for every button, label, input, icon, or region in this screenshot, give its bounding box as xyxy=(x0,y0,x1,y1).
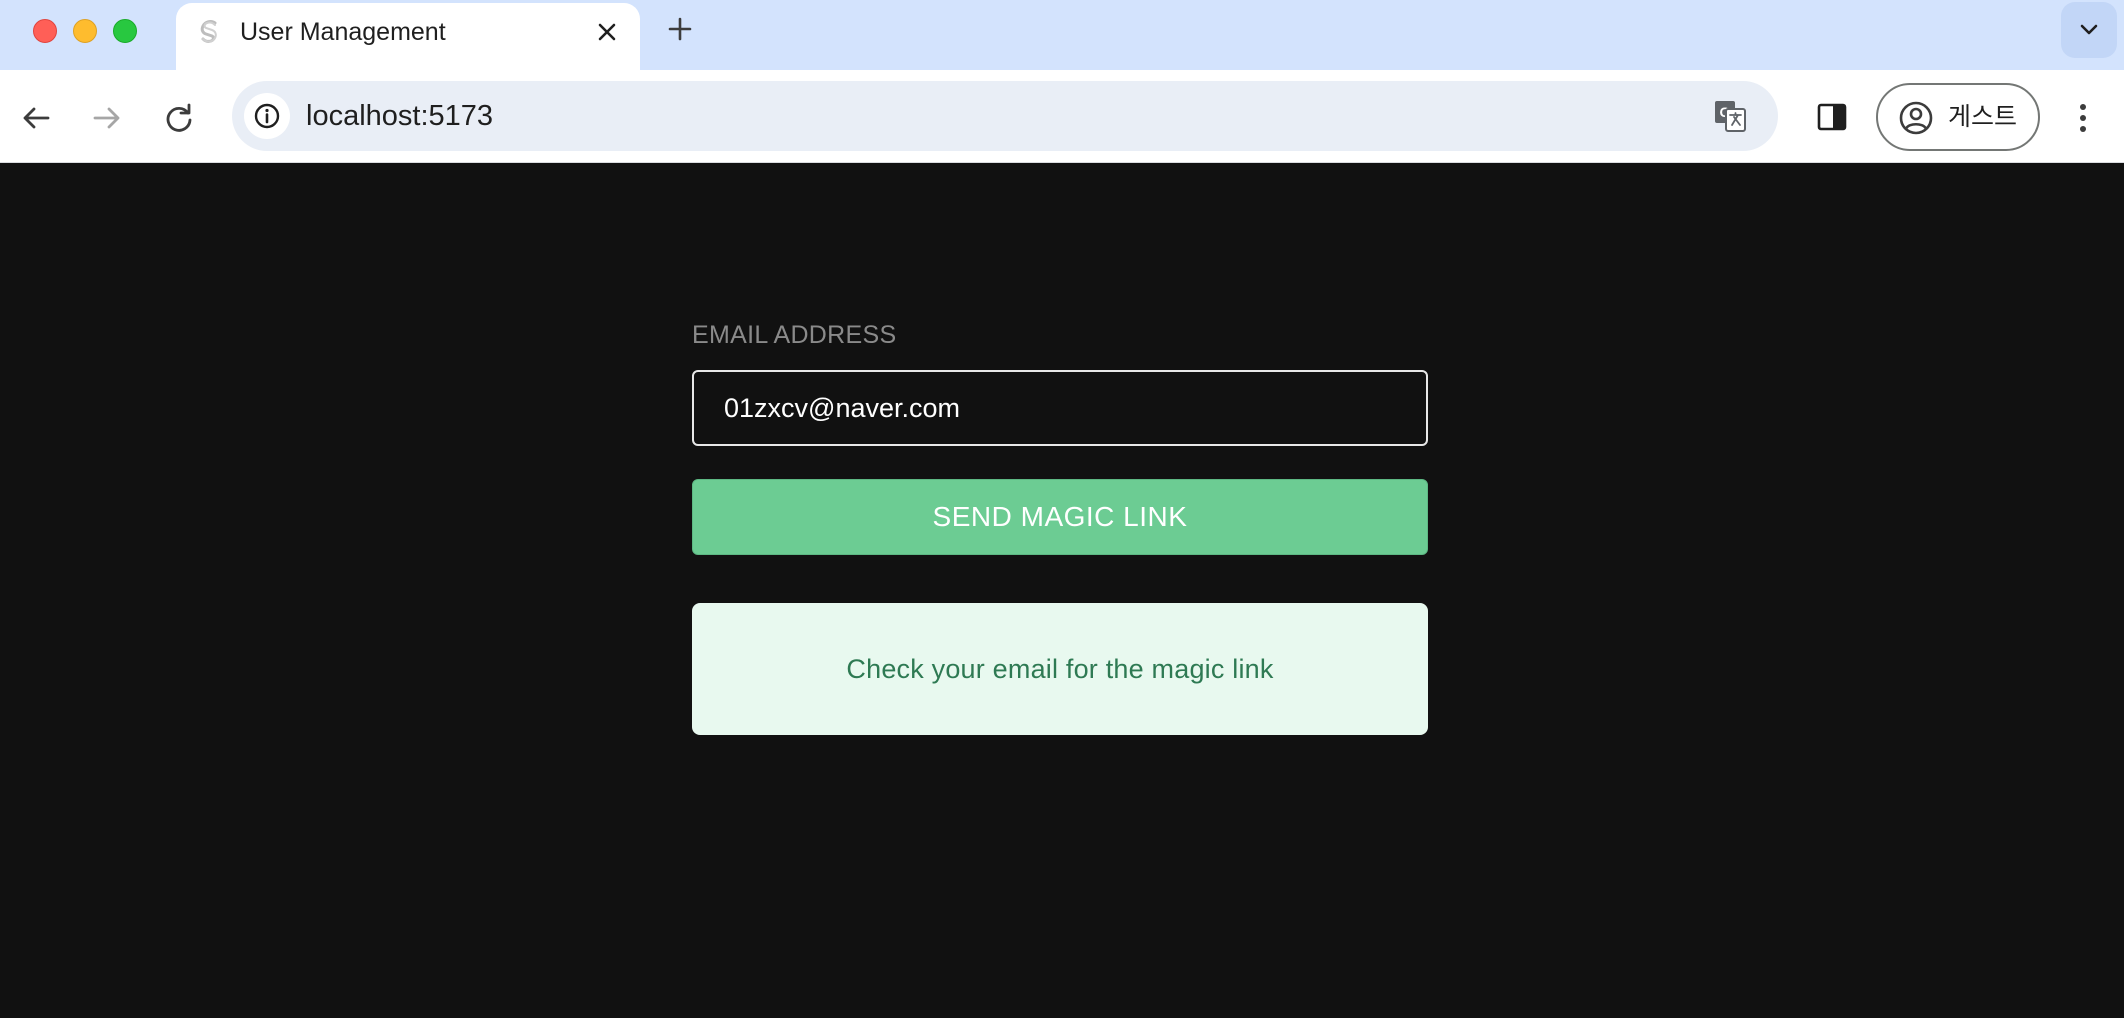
address-bar[interactable]: localhost:5173 G xyxy=(232,81,1778,151)
email-input[interactable] xyxy=(692,370,1428,446)
tab-title: User Management xyxy=(240,18,446,46)
account-circle-icon xyxy=(1899,101,1933,135)
browser-toolbar: localhost:5173 G 게스트 xyxy=(0,70,2124,163)
kebab-menu-icon[interactable] xyxy=(2068,100,2098,136)
window-maximize-button[interactable] xyxy=(113,19,137,43)
success-message: Check your email for the magic link xyxy=(692,603,1428,735)
window-minimize-button[interactable] xyxy=(73,19,97,43)
tab-strip: User Management xyxy=(0,0,2124,70)
translate-icon[interactable]: G xyxy=(1712,98,1748,134)
magic-link-form: EMAIL ADDRESS SEND MAGIC LINK Check your… xyxy=(692,320,1428,735)
info-icon xyxy=(254,103,280,129)
send-magic-link-button[interactable]: SEND MAGIC LINK xyxy=(692,479,1428,555)
side-panel-icon[interactable] xyxy=(1815,100,1849,134)
site-info-button[interactable] xyxy=(244,93,290,139)
url-text: localhost:5173 xyxy=(306,100,494,132)
browser-tab[interactable]: User Management xyxy=(176,3,640,70)
plus-icon[interactable] xyxy=(665,14,695,44)
profile-button[interactable]: 게스트 xyxy=(1876,83,2040,151)
email-label: EMAIL ADDRESS xyxy=(692,321,897,349)
arrow-left-icon[interactable] xyxy=(18,100,54,136)
reload-icon[interactable] xyxy=(161,100,197,136)
arrow-right-icon[interactable] xyxy=(89,100,125,136)
svelte-logo-icon xyxy=(200,20,217,43)
success-message-text: Check your email for the magic link xyxy=(846,653,1274,684)
tab-search-button[interactable] xyxy=(2061,2,2117,58)
profile-label: 게스트 xyxy=(1948,103,2018,131)
window-close-button[interactable] xyxy=(33,19,57,43)
close-icon[interactable] xyxy=(592,17,622,47)
page-content: EMAIL ADDRESS SEND MAGIC LINK Check your… xyxy=(0,164,2124,1018)
chevron-down-icon xyxy=(2080,24,2098,35)
